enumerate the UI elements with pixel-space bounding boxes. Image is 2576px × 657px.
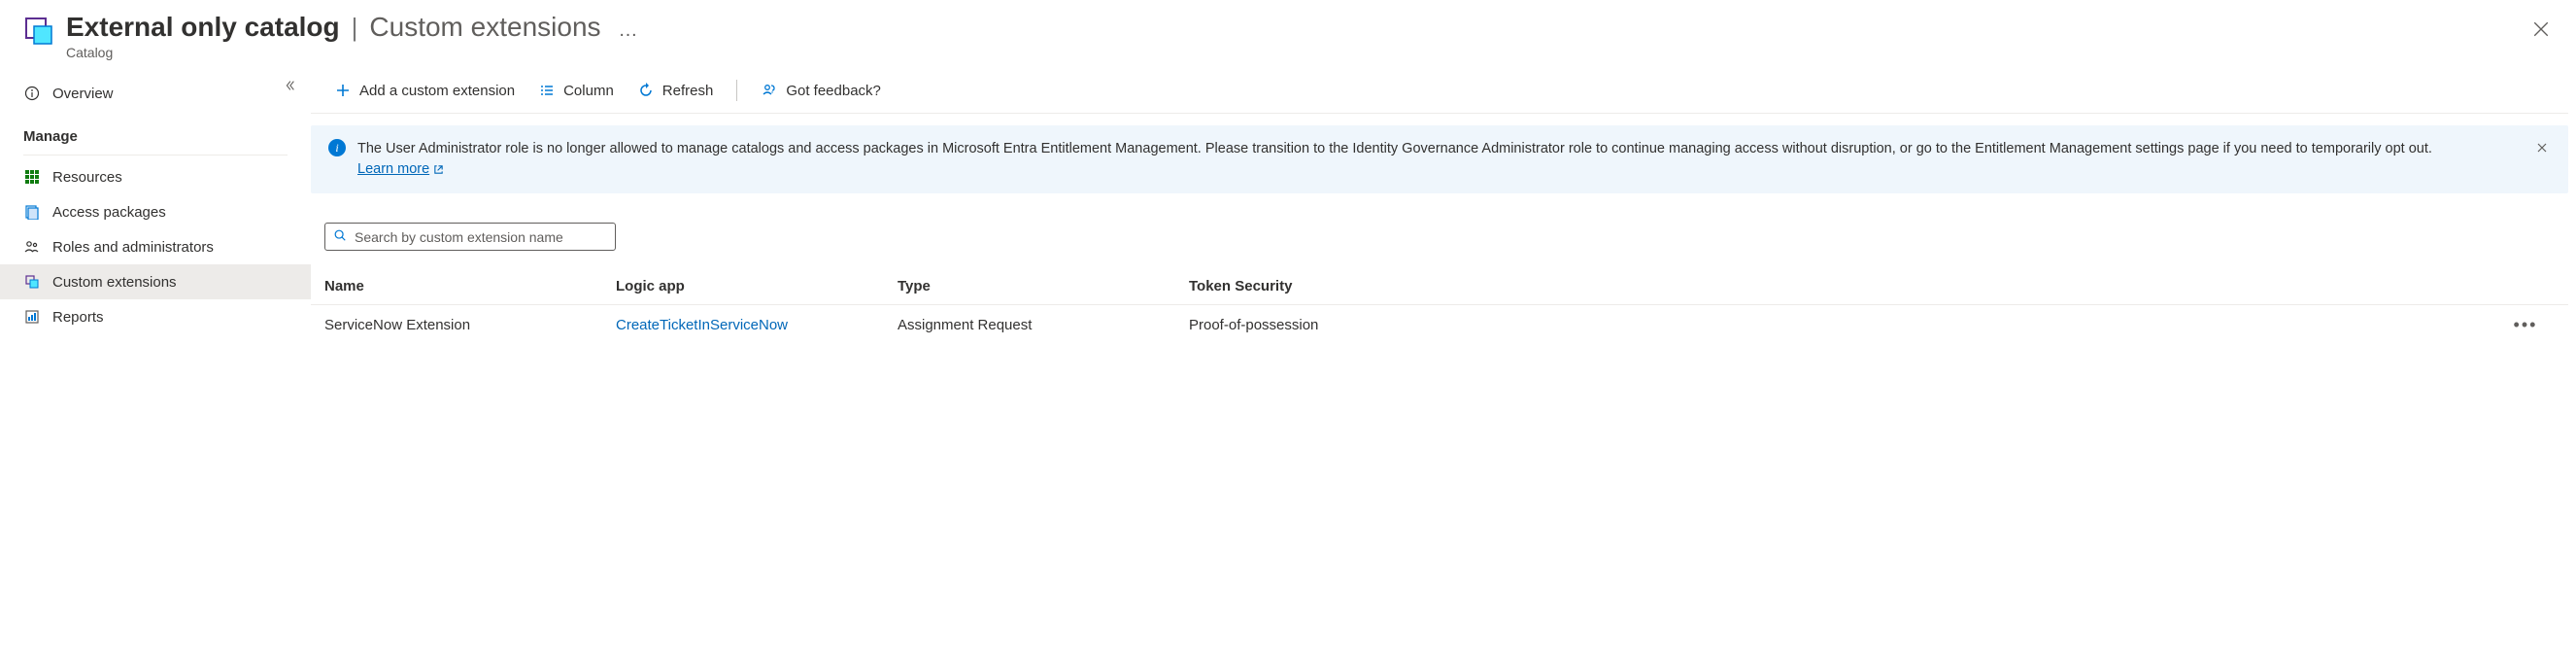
plus-icon bbox=[334, 82, 352, 99]
title-more-button[interactable]: … bbox=[619, 19, 640, 42]
toolbar: Add a custom extension Column bbox=[311, 68, 2568, 114]
cell-name: ServiceNow Extension bbox=[324, 317, 616, 333]
refresh-button[interactable]: Refresh bbox=[627, 76, 724, 105]
page-header: External only catalog | Custom extension… bbox=[0, 0, 2576, 68]
cell-type: Assignment Request bbox=[898, 317, 1189, 333]
sidebar-item-label: Reports bbox=[52, 309, 104, 326]
column-header-logic-app[interactable]: Logic app bbox=[616, 278, 898, 294]
catalog-icon bbox=[23, 16, 54, 47]
sidebar-item-label: Resources bbox=[52, 169, 122, 186]
toolbar-label: Refresh bbox=[662, 83, 714, 99]
sidebar-item-roles[interactable]: Roles and administrators bbox=[0, 229, 311, 264]
column-button[interactable]: Column bbox=[528, 76, 624, 105]
column-header-type[interactable]: Type bbox=[898, 278, 1189, 294]
add-extension-button[interactable]: Add a custom extension bbox=[324, 76, 525, 105]
sidebar-item-reports[interactable]: Reports bbox=[0, 299, 311, 334]
title-separator: | bbox=[352, 13, 358, 43]
sidebar-section-manage: Manage bbox=[0, 111, 311, 151]
sidebar-item-access-packages[interactable]: Access packages bbox=[0, 194, 311, 229]
search-input[interactable] bbox=[355, 229, 607, 245]
sidebar-item-label: Custom extensions bbox=[52, 274, 177, 291]
refresh-icon bbox=[637, 82, 655, 99]
banner-message: The User Administrator role is no longer… bbox=[357, 141, 2432, 156]
page-title-light: Custom extensions bbox=[369, 12, 600, 43]
toolbar-label: Got feedback? bbox=[786, 83, 881, 99]
column-header-name[interactable]: Name bbox=[324, 278, 616, 294]
sidebar-item-label: Access packages bbox=[52, 204, 166, 221]
grid-icon bbox=[23, 168, 41, 186]
search-icon bbox=[333, 228, 347, 245]
reports-icon bbox=[23, 308, 41, 326]
info-icon bbox=[23, 85, 41, 102]
package-icon bbox=[23, 203, 41, 221]
collapse-sidebar-button[interactable] bbox=[278, 74, 301, 97]
external-link-icon bbox=[433, 164, 444, 175]
extensions-table: Name Logic app Type Token Security Servi… bbox=[311, 268, 2568, 345]
column-header-token-security[interactable]: Token Security bbox=[1189, 278, 2496, 294]
cell-token-security: Proof-of-possession bbox=[1189, 317, 2496, 333]
table-row[interactable]: ServiceNow Extension CreateTicketInServi… bbox=[311, 305, 2568, 345]
info-banner: i The User Administrator role is no long… bbox=[311, 125, 2568, 193]
sidebar-divider bbox=[23, 155, 288, 156]
banner-text: The User Administrator role is no longer… bbox=[357, 139, 2522, 180]
toolbar-label: Add a custom extension bbox=[359, 83, 515, 99]
columns-icon bbox=[538, 82, 556, 99]
sidebar-item-resources[interactable]: Resources bbox=[0, 159, 311, 194]
page-title-strong: External only catalog bbox=[66, 12, 340, 43]
sidebar-item-label: Overview bbox=[52, 86, 114, 102]
toolbar-label: Column bbox=[563, 83, 614, 99]
close-button[interactable] bbox=[2529, 17, 2553, 41]
sidebar-item-label: Roles and administrators bbox=[52, 239, 214, 256]
search-box[interactable] bbox=[324, 223, 616, 251]
feedback-button[interactable]: Got feedback? bbox=[751, 76, 891, 105]
sidebar-item-overview[interactable]: Overview bbox=[0, 76, 311, 111]
toolbar-separator bbox=[736, 80, 737, 101]
feedback-icon bbox=[761, 82, 778, 99]
page-subtitle: Catalog bbox=[66, 45, 640, 60]
row-more-button[interactable]: ••• bbox=[2496, 315, 2555, 335]
banner-close-button[interactable] bbox=[2533, 139, 2551, 156]
info-icon: i bbox=[328, 139, 346, 156]
banner-link-label: Learn more bbox=[357, 159, 429, 180]
sidebar-item-custom-extensions[interactable]: Custom extensions bbox=[0, 264, 311, 299]
sidebar: Overview Manage Resources Access bbox=[0, 68, 311, 657]
table-header-row: Name Logic app Type Token Security bbox=[311, 268, 2568, 305]
main-content: Add a custom extension Column bbox=[311, 68, 2576, 657]
extension-icon bbox=[23, 273, 41, 291]
people-icon bbox=[23, 238, 41, 256]
cell-logic-app-link[interactable]: CreateTicketInServiceNow bbox=[616, 317, 898, 333]
banner-learn-more-link[interactable]: Learn more bbox=[357, 159, 444, 180]
